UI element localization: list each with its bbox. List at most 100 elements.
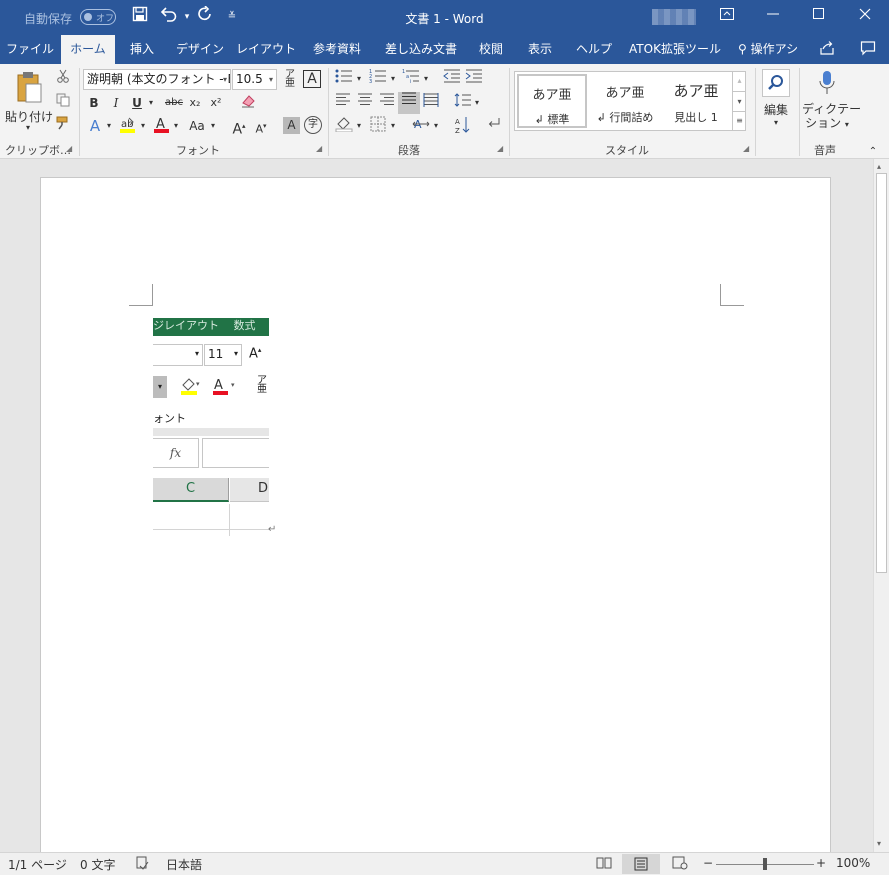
vertical-scrollbar[interactable]: ▴ ▾ [873, 159, 889, 852]
asian-layout-dropdown-icon[interactable]: ▾ [431, 116, 441, 136]
scroll-down-icon[interactable]: ▾ [877, 839, 881, 848]
line-spacing-dropdown-icon[interactable]: ▾ [472, 93, 482, 113]
tab-view[interactable]: 表示 [519, 35, 561, 64]
document-area[interactable]: ジレイアウト 数式 ▾ 11 ▾ A▴ ▾ ▾ A ▾ ア亜 ォント fx C D … [0, 159, 873, 875]
change-case-dropdown-icon[interactable]: ▾ [208, 116, 218, 136]
font-name-input[interactable]: 游明朝 (本文のフォント - E ▾ [83, 69, 231, 90]
phonetic-guide-icon[interactable]: ア亜 [282, 70, 298, 90]
gallery-more-icon[interactable]: ≡ [733, 111, 746, 129]
style-no-spacing[interactable]: あア亜 ↲ 行間詰め [590, 74, 660, 128]
multilevel-list-icon[interactable]: 1ai [401, 69, 421, 89]
editing-button[interactable]: 編集 ▾ [760, 69, 792, 139]
tab-layout[interactable]: レイアウト [234, 35, 298, 64]
clear-formatting-icon[interactable] [239, 93, 257, 113]
borders-icon[interactable] [368, 116, 388, 136]
bold-button[interactable]: B [86, 93, 102, 113]
text-effects-dropdown-icon[interactable]: ▾ [104, 116, 114, 136]
save-icon[interactable] [129, 6, 151, 28]
dictate-button[interactable]: ディクテー ション ▾ [802, 70, 861, 140]
comment-icon[interactable] [857, 40, 879, 60]
shading-dropdown-icon[interactable]: ▾ [354, 116, 364, 136]
change-case-button[interactable]: Aa [186, 116, 208, 136]
zoom-in-icon[interactable]: + [816, 856, 826, 870]
tab-atok[interactable]: ATOK拡張ツール [624, 35, 726, 64]
scroll-up-icon[interactable]: ▴ [733, 71, 746, 91]
enclose-char-button[interactable]: 字 [304, 116, 322, 134]
superscript-button[interactable]: x² [207, 93, 225, 113]
text-effects-icon[interactable]: A [86, 116, 104, 136]
bullets-icon[interactable] [334, 69, 354, 89]
minimize-icon[interactable] [750, 0, 796, 33]
tab-review[interactable]: 校閲 [470, 35, 512, 64]
font-launcher-icon[interactable]: ◢ [316, 144, 322, 153]
share-icon[interactable] [816, 40, 838, 60]
redo-icon[interactable] [194, 5, 216, 28]
scrollbar-thumb[interactable] [876, 173, 887, 573]
embedded-excel-image[interactable]: ジレイアウト 数式 ▾ 11 ▾ A▴ ▾ ▾ A ▾ ア亜 ォント fx C D [153, 318, 269, 536]
grow-font-button[interactable]: A▴ [230, 116, 248, 138]
style-normal[interactable]: あア亜 ↲ 標準 [517, 74, 587, 128]
zoom-out-icon[interactable]: − [703, 856, 713, 870]
clipboard-launcher-icon[interactable]: ◢ [66, 144, 72, 153]
underline-dropdown-icon[interactable]: ▾ [146, 93, 156, 113]
autosave-toggle[interactable]: オフ [80, 9, 116, 25]
ribbon-display-options-icon[interactable] [704, 0, 750, 33]
shrink-font-button[interactable]: A▾ [252, 116, 270, 136]
account-avatar[interactable] [652, 9, 696, 25]
tab-insert[interactable]: 挿入 [118, 35, 166, 64]
underline-button[interactable]: U [129, 93, 145, 113]
tab-file[interactable]: ファイル [0, 35, 60, 64]
shading-icon[interactable] [334, 116, 354, 136]
italic-button[interactable]: I [108, 93, 124, 113]
subscript-button[interactable]: x₂ [186, 93, 204, 113]
proofing-icon[interactable] [135, 856, 149, 873]
print-layout-button[interactable] [622, 854, 660, 874]
maximize-icon[interactable] [796, 0, 842, 33]
styles-launcher-icon[interactable]: ◢ [743, 144, 749, 153]
close-icon[interactable] [842, 0, 888, 33]
borders-dropdown-icon[interactable]: ▾ [388, 116, 398, 136]
read-mode-icon[interactable] [596, 856, 612, 873]
cut-icon[interactable] [54, 69, 72, 89]
copy-icon[interactable] [54, 93, 72, 113]
align-right-icon[interactable] [378, 93, 396, 113]
sort-icon[interactable]: AZ [453, 116, 473, 136]
language-indicator[interactable]: 日本語 [166, 856, 202, 873]
bullets-dropdown-icon[interactable]: ▾ [354, 69, 364, 89]
font-color-icon[interactable]: A [151, 116, 171, 136]
tab-mailings[interactable]: 差し込み文書 [376, 35, 466, 64]
style-heading-1[interactable]: あア亜 見出し 1 [661, 74, 731, 128]
char-shading-box-icon[interactable]: A [303, 70, 321, 88]
highlight-dropdown-icon[interactable]: ▾ [138, 116, 148, 136]
numbering-icon[interactable]: 123 [368, 69, 388, 89]
zoom-slider-thumb[interactable] [763, 858, 767, 870]
font-size-input[interactable]: 10.5 ▾ [232, 69, 277, 90]
decrease-indent-icon[interactable] [442, 69, 462, 89]
word-count[interactable]: 0 文字 [80, 856, 115, 873]
highlight-icon[interactable]: ab [117, 116, 137, 136]
tab-help[interactable]: ヘルプ [570, 35, 618, 64]
tell-me-search[interactable]: ⚲ 操作アシ [738, 35, 810, 64]
tab-design[interactable]: デザイン [170, 35, 230, 64]
align-center-icon[interactable] [356, 93, 374, 113]
show-marks-icon[interactable] [485, 116, 503, 136]
strikethrough-button[interactable]: abc [162, 93, 186, 113]
justify-icon[interactable] [398, 92, 420, 114]
zoom-level[interactable]: 100% [836, 856, 870, 870]
scroll-down-icon[interactable]: ▾ [733, 91, 746, 111]
increase-indent-icon[interactable] [464, 69, 484, 89]
paste-button[interactable]: 貼り付け ▾ [5, 70, 53, 136]
web-layout-icon[interactable] [672, 856, 688, 873]
tab-home[interactable]: ホーム [61, 35, 115, 64]
styles-gallery-scroll[interactable]: ▴ ▾ ≡ [732, 71, 746, 131]
char-shading-button[interactable]: A [283, 117, 300, 134]
page-count[interactable]: 1/1 ページ [8, 856, 67, 873]
numbering-dropdown-icon[interactable]: ▾ [388, 69, 398, 89]
customize-quick-access-icon[interactable]: ≚ [221, 6, 243, 28]
align-left-icon[interactable] [334, 93, 352, 113]
line-spacing-icon[interactable] [453, 93, 473, 113]
document-page[interactable]: ジレイアウト 数式 ▾ 11 ▾ A▴ ▾ ▾ A ▾ ア亜 ォント fx C D … [40, 177, 831, 875]
asian-layout-icon[interactable]: A [411, 116, 431, 136]
multilevel-dropdown-icon[interactable]: ▾ [421, 69, 431, 89]
paragraph-launcher-icon[interactable]: ◢ [497, 144, 503, 153]
